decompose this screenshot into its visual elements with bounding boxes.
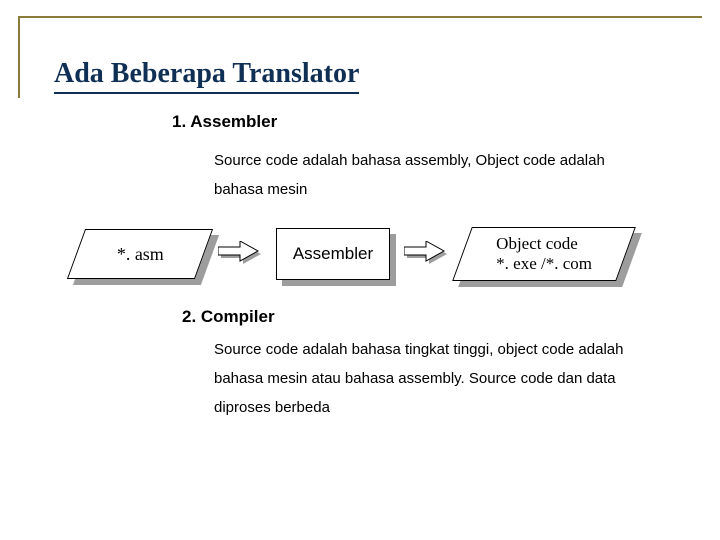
assembler-box-label: Assembler — [293, 244, 373, 264]
slide: Ada Beberapa Translator 1. Assembler Sou… — [0, 0, 720, 540]
arrow-icon — [404, 241, 448, 267]
section-2-heading: 2. Compiler — [182, 307, 680, 327]
assembler-box: Assembler — [276, 228, 390, 280]
slide-title: Ada Beberapa Translator — [54, 58, 359, 94]
asm-source-box: *. asm — [76, 229, 204, 279]
content-area: 1. Assembler Source code adalah bahasa a… — [54, 112, 680, 422]
section-2-body: Source code adalah bahasa tingkat tinggi… — [214, 335, 640, 423]
section-1-body: Source code adalah bahasa assembly, Obje… — [214, 146, 640, 205]
assembler-diagram: *. asm Assembler — [76, 227, 680, 281]
asm-source-label: *. asm — [117, 243, 164, 264]
frame-top-line — [18, 16, 702, 18]
section-1-heading: 1. Assembler — [172, 112, 680, 132]
object-code-line1: Object code — [496, 234, 592, 254]
frame-left-line — [18, 16, 20, 98]
object-code-line2: *. exe /*. com — [496, 254, 592, 274]
arrow-icon — [218, 241, 262, 267]
object-code-box: Object code *. exe /*. com — [462, 227, 626, 281]
